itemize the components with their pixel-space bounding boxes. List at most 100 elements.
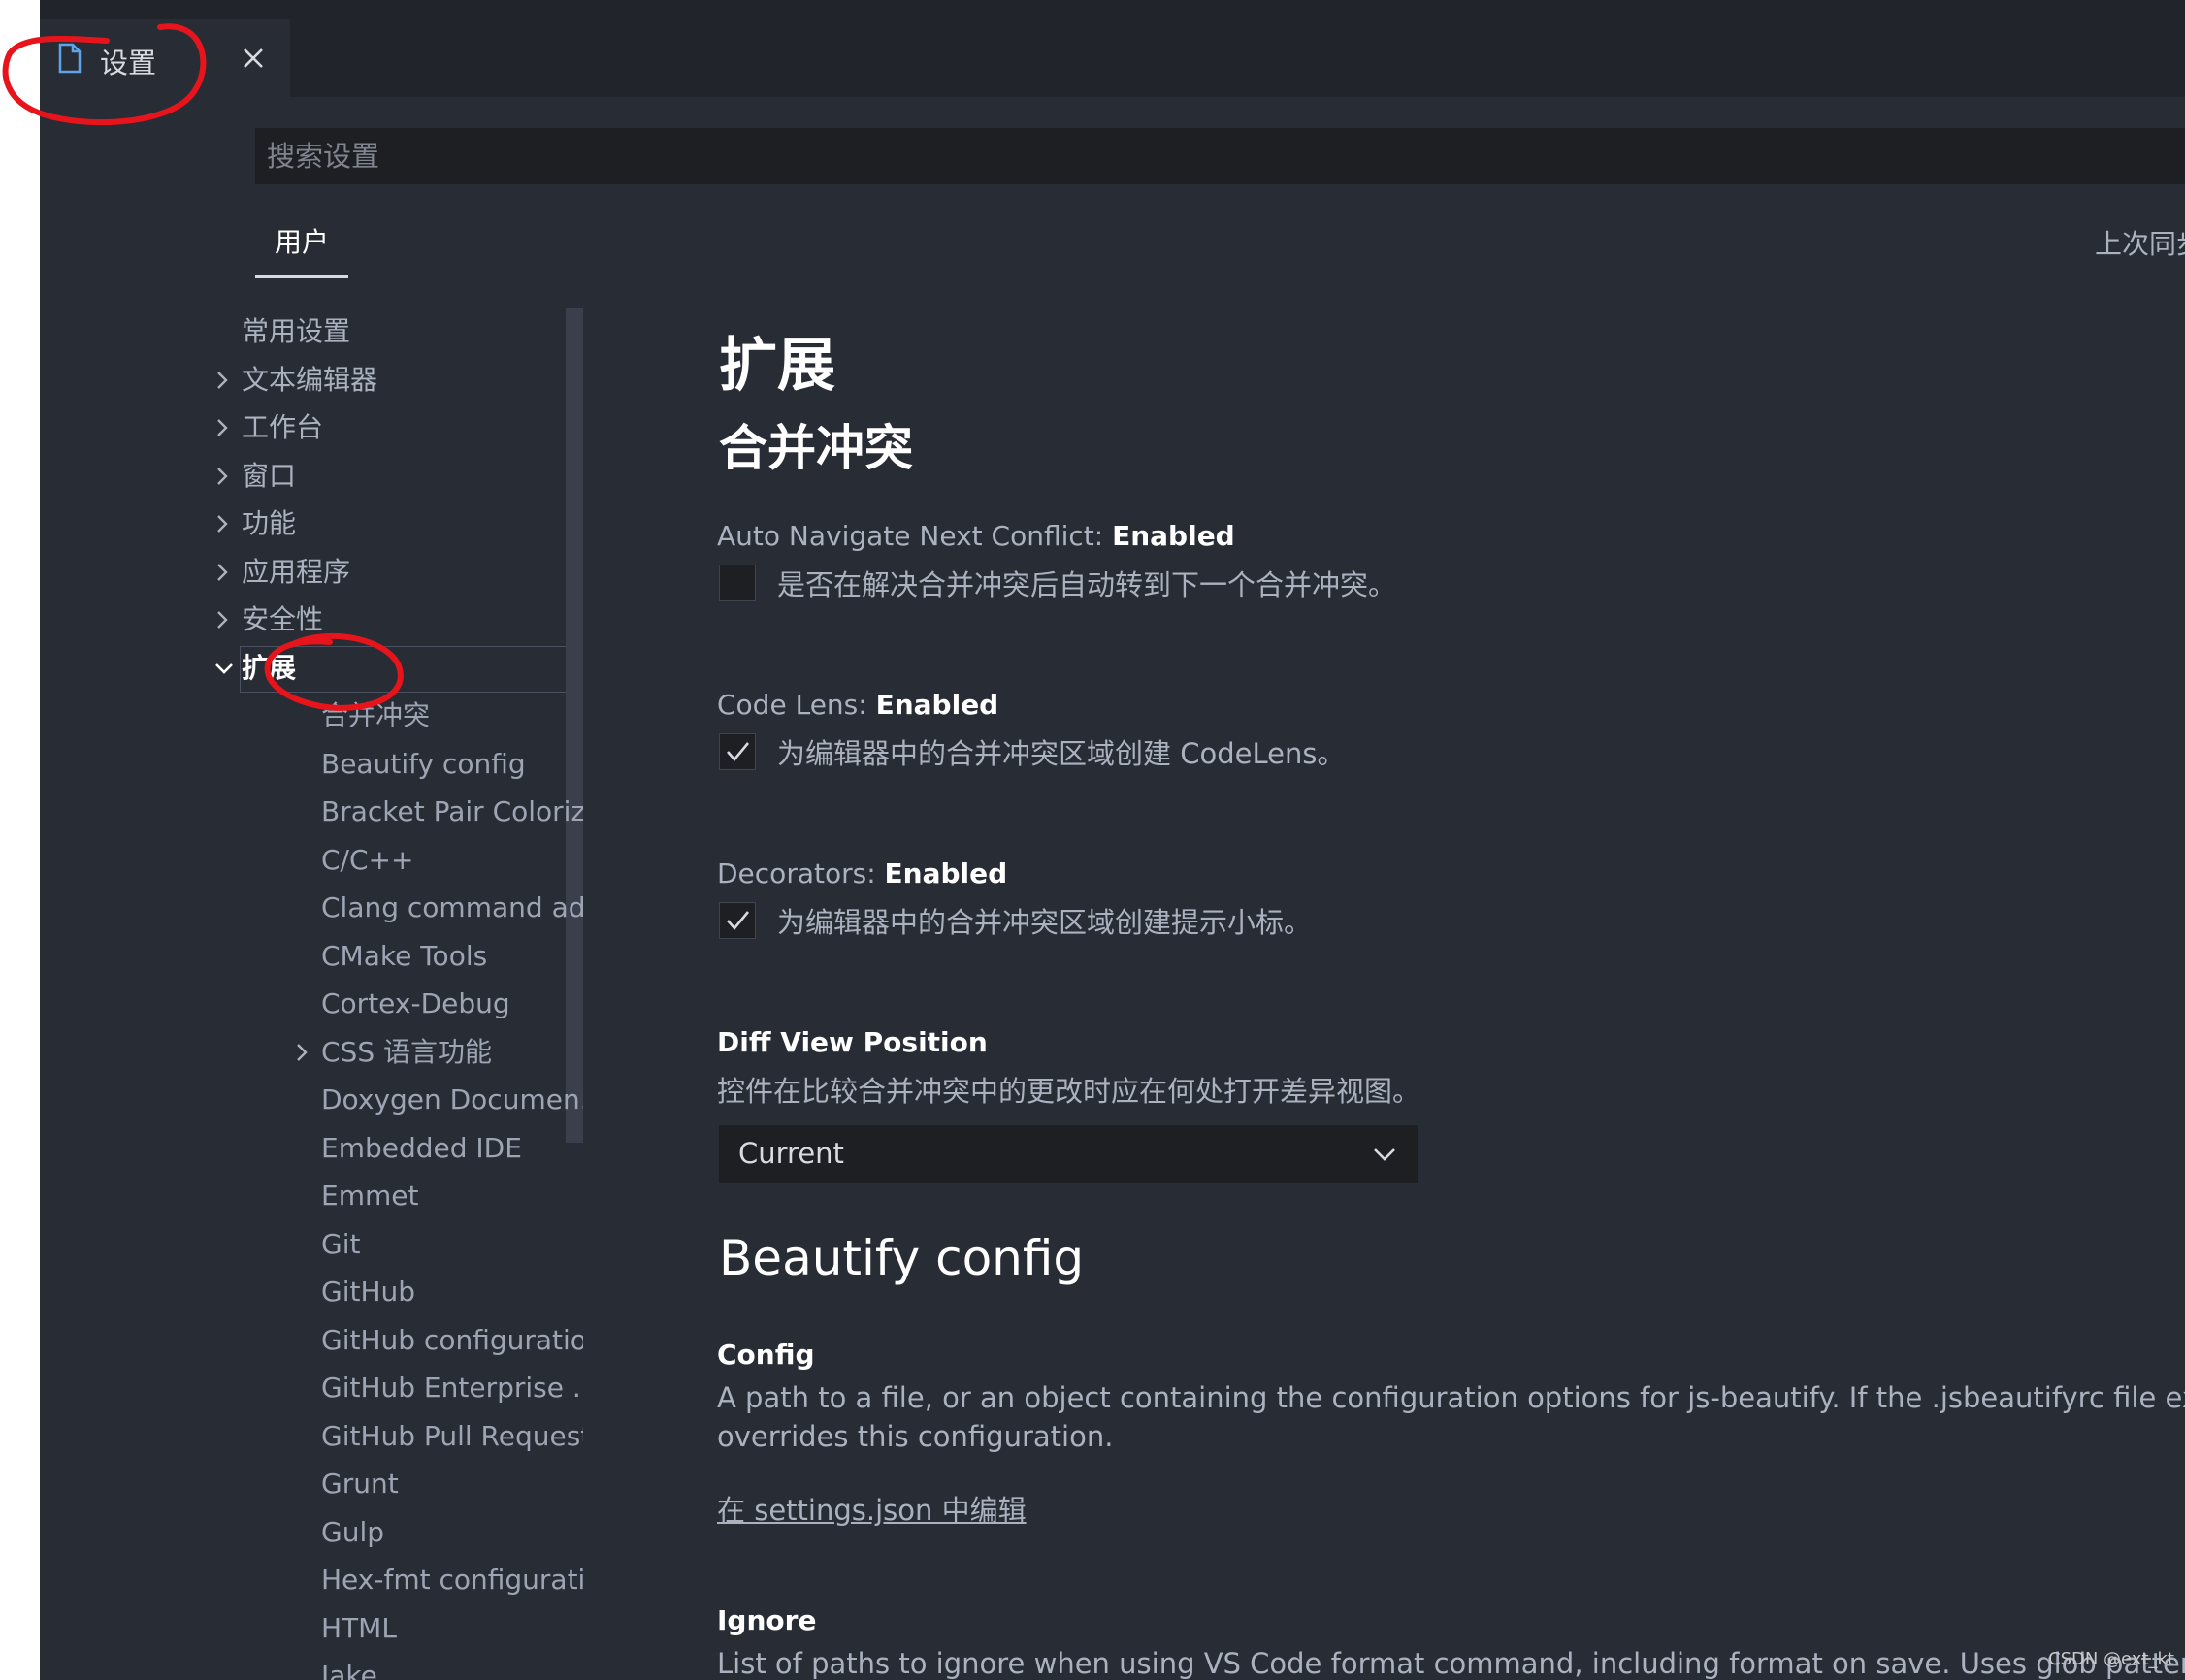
- toc-item[interactable]: 功能: [217, 501, 297, 547]
- toc-subitem[interactable]: Jake: [321, 1653, 377, 1680]
- toc-subitem-label: Doxygen Documen...: [321, 1083, 606, 1115]
- setting-title-prefix: Auto Navigate Next Conflict:: [717, 520, 1113, 552]
- tab-user-label: 用户: [274, 226, 329, 258]
- file-icon: [57, 43, 82, 74]
- settings-header: 用户 上次同步: [40, 97, 2185, 373]
- toc-subitem[interactable]: GitHub Pull Requests: [321, 1413, 605, 1460]
- setting-title-name: Ignore: [717, 1604, 817, 1636]
- toc-item-label: 工作台: [242, 411, 324, 443]
- setting-desc-auto-navigate: 是否在解决合并冲突后自动转到下一个合并冲突。: [777, 568, 1397, 601]
- setting-desc-diff-view: 控件在比较合并冲突中的更改时应在何处打开差异视图。: [717, 1075, 1421, 1108]
- toc-subitem[interactable]: GitHub: [321, 1269, 415, 1315]
- toc-subitem-label: Git: [321, 1227, 361, 1260]
- check-icon: [727, 911, 750, 931]
- diff-view-select-value: Current: [738, 1137, 844, 1170]
- toc-item[interactable]: 窗口: [217, 453, 297, 500]
- setting-title-prefix: Code Lens:: [717, 689, 876, 721]
- toc-subitem[interactable]: Bracket Pair Coloriz...: [321, 789, 611, 835]
- setting-title-name: Enabled: [884, 857, 1008, 889]
- toc-subitem[interactable]: HTML: [321, 1605, 397, 1652]
- setting-desc-code-lens: 为编辑器中的合并冲突区域创建 CodeLens。: [777, 737, 1346, 770]
- tab-label: 设置: [100, 47, 157, 80]
- toc-item[interactable]: 安全性: [217, 597, 323, 643]
- toc-subitem[interactable]: Grunt: [321, 1461, 399, 1507]
- toc-subitem[interactable]: Emmet: [321, 1173, 418, 1219]
- toc-subitem[interactable]: Clang command ad...: [321, 885, 611, 931]
- toc-item-label: 功能: [242, 507, 297, 539]
- setting-title-decorators: Decorators: Enabled: [717, 857, 1007, 889]
- toc-item-label: 常用设置: [242, 315, 351, 347]
- toc-item[interactable]: 应用程序: [217, 549, 350, 596]
- settings-toc: 常用设置文本编辑器工作台窗口功能应用程序 安全性扩展 合并冲突 Beautify co…: [40, 308, 611, 1680]
- toc-subitem-label: Embedded IDE: [321, 1131, 522, 1164]
- toc-subitem-label: CMake Tools: [321, 939, 488, 972]
- toc-subitem-label: Bracket Pair Coloriz...: [321, 795, 611, 827]
- toc-subitem-label: Jake: [321, 1660, 377, 1680]
- chevron-right-icon: [214, 357, 234, 404]
- edit-in-settings-json-link[interactable]: 在 settings.json 中编辑: [717, 1488, 1027, 1529]
- toc-subitem-label: Gulp: [321, 1515, 384, 1548]
- chevron-right-icon: [214, 453, 234, 500]
- setting-title-name: Enabled: [1112, 520, 1235, 552]
- toc-subitem[interactable]: C/C++: [321, 837, 413, 884]
- toc-subitem[interactable]: Hex-fmt configurati...: [321, 1557, 611, 1603]
- toc-subitem[interactable]: GitHub configuration: [321, 1317, 604, 1364]
- toc-subitem-label: C/C++: [321, 843, 414, 876]
- toc-subitem[interactable]: Git: [321, 1221, 360, 1268]
- toc-subitem[interactable]: Embedded IDE: [321, 1125, 522, 1172]
- close-icon[interactable]: [234, 39, 273, 78]
- toc-subitem-label: 合并冲突: [321, 699, 431, 731]
- toc-subitem[interactable]: CSS 语言功能: [297, 1029, 492, 1076]
- section-heading-merge-conflict: 合并冲突: [719, 420, 913, 476]
- toc-item[interactable]: 扩展: [215, 645, 297, 692]
- toc-item[interactable]: 文本编辑器: [217, 357, 378, 404]
- search-input[interactable]: [255, 128, 2185, 184]
- setting-desc-ignore: List of paths to ignore when using VS Co…: [717, 1647, 2185, 1680]
- code-lens-checkbox[interactable]: [719, 733, 756, 770]
- setting-title-prefix: Decorators:: [717, 857, 885, 889]
- setting-title-name: Enabled: [875, 689, 999, 721]
- chevron-right-icon: [214, 404, 234, 451]
- toc-subitem[interactable]: Gulp: [321, 1509, 384, 1556]
- setting-title-ignore: Ignore: [717, 1604, 816, 1636]
- toc-subitem-label: Beautify config: [321, 747, 526, 780]
- title-bar: [40, 0, 2185, 19]
- toc-subitem-label: Clang command ad...: [321, 891, 612, 923]
- settings-content: 扩展 合并冲突 Auto Navigate Next Conflict: Ena…: [583, 308, 2185, 1680]
- toc-subitem-label: Hex-fmt configurati...: [321, 1564, 612, 1596]
- setting-title-diff-view: Diff View Position: [717, 1026, 988, 1058]
- toc-subitem-label: GitHub configuration: [321, 1323, 604, 1356]
- check-icon: [727, 742, 750, 762]
- toc-subitem[interactable]: GitHub Enterprise ...: [321, 1365, 599, 1411]
- left-margin: [0, 0, 40, 1680]
- toc-item-label: 文本编辑器: [242, 363, 378, 396]
- last-sync-label: 上次同步: [2095, 228, 2185, 260]
- setting-title-name: Diff View Position: [717, 1026, 988, 1058]
- diff-view-select[interactable]: Current: [719, 1125, 1418, 1183]
- setting-title-name: Config: [717, 1339, 815, 1371]
- setting-title-auto-navigate: Auto Navigate Next Conflict: Enabled: [717, 520, 1235, 552]
- setting-title-code-lens: Code Lens: Enabled: [717, 689, 998, 721]
- toc-item[interactable]: 工作台: [217, 404, 324, 451]
- chevron-right-icon: [214, 501, 234, 547]
- setting-title-config: Config: [717, 1339, 815, 1371]
- chevron-right-icon: [214, 597, 234, 643]
- chevron-right-icon: [214, 549, 234, 596]
- toc-item-label: 窗口: [242, 459, 297, 492]
- toc-subitem[interactable]: Cortex-Debug: [321, 981, 510, 1027]
- tab-bar: 设置: [40, 19, 2185, 97]
- toc-subitem[interactable]: Beautify config: [321, 741, 526, 788]
- tab-user[interactable]: 用户: [255, 223, 348, 278]
- toc-subitem[interactable]: Doxygen Documen...: [321, 1077, 605, 1123]
- decorators-checkbox[interactable]: [719, 902, 756, 939]
- toc-item[interactable]: 常用设置: [242, 308, 350, 355]
- toc-subitem-label: Cortex-Debug: [321, 987, 510, 1019]
- toc-item-label: 扩展: [242, 651, 297, 684]
- chevron-right-icon: [294, 1029, 313, 1076]
- settings-window: 设置 用户 上次同步 常用设置文本编辑器工作台窗口功能应用程序安全性扩展合并冲突…: [40, 0, 2185, 1680]
- toc-subitem[interactable]: 合并冲突: [321, 693, 430, 739]
- tab-settings[interactable]: 设置: [40, 19, 290, 97]
- auto-navigate-checkbox[interactable]: [719, 565, 756, 601]
- toc-subitem[interactable]: CMake Tools: [321, 933, 487, 980]
- chevron-down-icon: [1371, 1141, 1398, 1168]
